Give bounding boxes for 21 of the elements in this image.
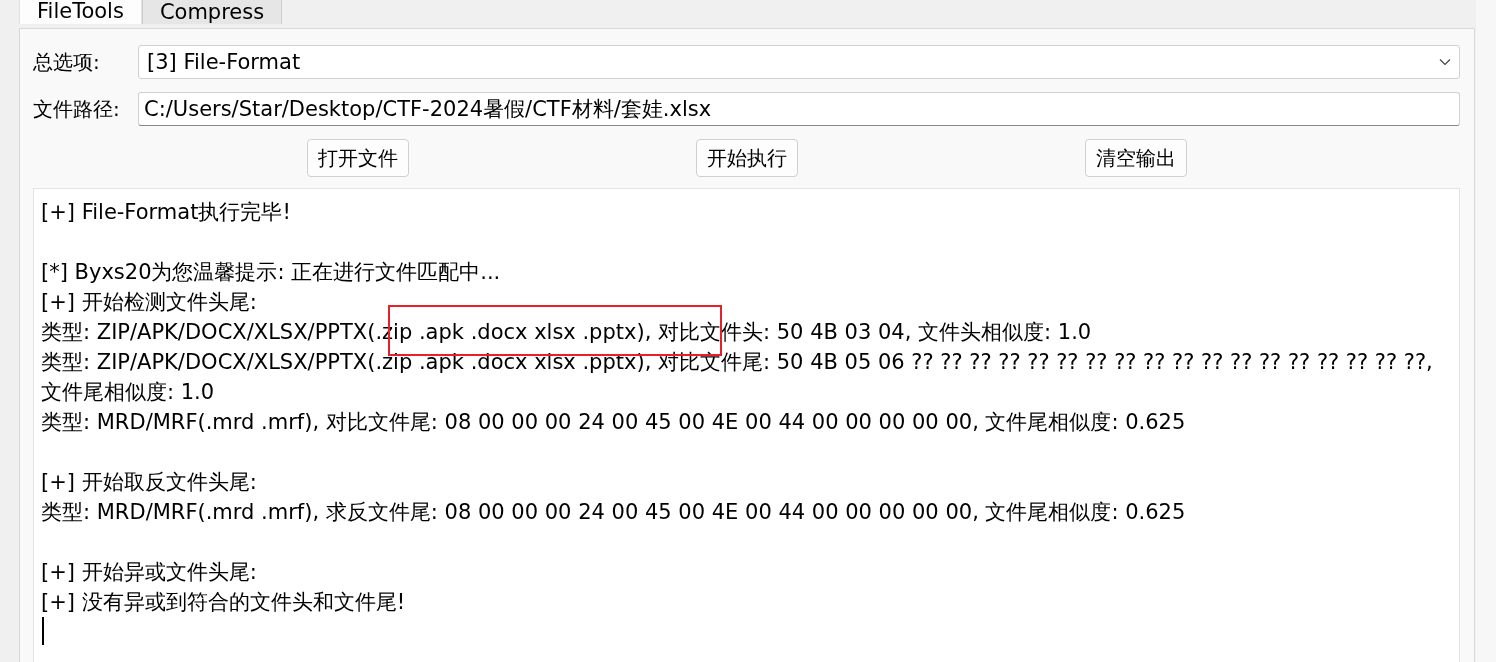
output-line: 类型: MRD/MRF(.mrd .mrf), 对比文件尾: 08 00 00 00 24 00 45 00 4E 00 44 00 00 00 00 00, 文件尾相似度: 0.625 bbox=[41, 410, 1186, 434]
action-button[interactable]: 开始执行 bbox=[695, 139, 798, 177]
file-path-field[interactable]: C:/Users/Star/Desktop/CTF-2024暑假/CTF材料/套娃.xlsx bbox=[138, 92, 1460, 126]
field-label: 文件路径: bbox=[33, 95, 121, 123]
output-line: [+] 没有异或到符合的文件头和文件尾! bbox=[41, 590, 406, 614]
tab[interactable]: FileTools bbox=[19, 0, 142, 24]
output-line: [+] 开始异或文件头尾: bbox=[41, 560, 257, 584]
output-line: 类型: MRD/MRF(.mrd .mrf), 求反文件尾: 08 00 00 00 24 00 45 00 4E 00 44 00 00 00 00 00, 文件尾相似度: 0.625 bbox=[41, 500, 1186, 524]
output-line: 文件尾相似度: 1.0 bbox=[41, 380, 215, 404]
format-dropdown[interactable]: [3] File-Format bbox=[138, 45, 1460, 79]
action-button[interactable]: 清空输出 bbox=[1084, 139, 1187, 177]
text-cursor bbox=[42, 617, 44, 645]
output-line: [+] File-Format执行完毕! bbox=[41, 200, 291, 224]
field-label: 总选项: bbox=[33, 48, 101, 76]
output-line: [+] 开始检测文件头尾: bbox=[41, 290, 257, 314]
output-area[interactable] bbox=[33, 188, 1460, 662]
chevron-down-icon bbox=[1439, 58, 1451, 66]
output-line: [*] Byxs20为您温馨提示: 正在进行文件匹配中... bbox=[41, 260, 501, 284]
tab[interactable]: Compress bbox=[141, 0, 283, 24]
output-line: [+] 开始取反文件头尾: bbox=[41, 470, 257, 494]
action-button[interactable]: 打开文件 bbox=[306, 139, 409, 177]
